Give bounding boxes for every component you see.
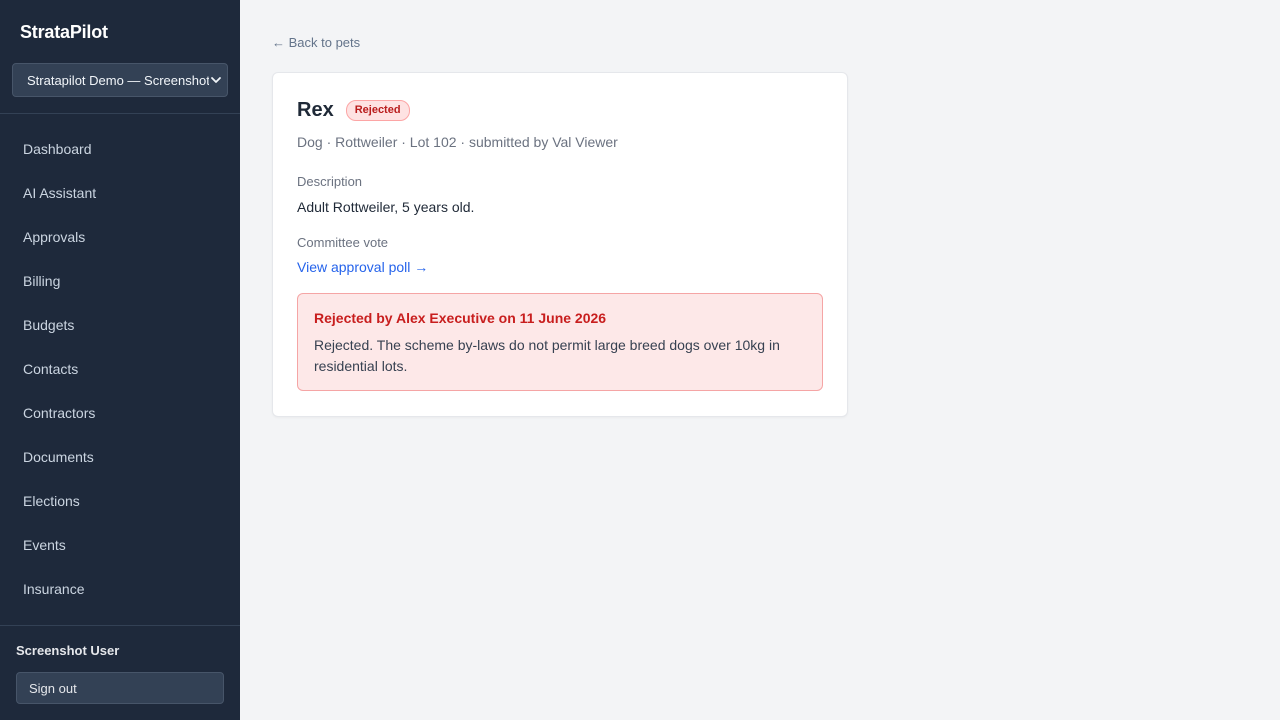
rejection-title: Rejected by Alex Executive on 11 June 20… [314,310,607,326]
pet-name: Rex [297,99,334,121]
sidebar-divider [0,113,240,114]
sidebar-divider [0,625,240,626]
pet-title-row: Rex Rejected [297,99,410,122]
organization-select[interactable]: Stratapilot Demo — Screenshots [12,63,228,97]
current-user-name: Screenshot User [16,643,120,658]
sidebar-item-budgets[interactable]: Budgets [0,303,240,347]
description-label: Description [297,174,363,189]
sidebar-item-events[interactable]: Events [0,523,240,567]
rejection-notice: Rejected by Alex Executive on 11 June 20… [297,293,823,391]
sidebar: StrataPilot Stratapilot Demo — Screensho… [0,0,240,720]
view-approval-poll-link[interactable]: View approval poll → [297,259,428,275]
rejection-reason: Rejected. The scheme by-laws do not perm… [314,337,780,374]
sidebar-item-ai-assistant[interactable]: AI Assistant [0,171,240,215]
brand-logo[interactable]: StrataPilot [20,22,108,43]
status-badge: Rejected [345,100,410,121]
back-to-pets-link[interactable]: ← Back to pets [272,35,360,50]
sidebar-item-dashboard[interactable]: Dashboard [0,127,240,171]
sidebar-item-elections[interactable]: Elections [0,479,240,523]
sidebar-item-approvals[interactable]: Approvals [0,215,240,259]
sidebar-item-billing[interactable]: Billing [0,259,240,303]
pet-detail-card: Rex Rejected Dog · Rottweiler · Lot 102 … [272,72,848,417]
description-value: Adult Rottweiler, 5 years old. [297,199,475,215]
sidebar-item-documents[interactable]: Documents [0,435,240,479]
sidebar-item-contractors[interactable]: Contractors [0,391,240,435]
chevron-down-icon [211,77,221,83]
sidebar-item-contacts[interactable]: Contacts [0,347,240,391]
sidebar-nav: Dashboard AI Assistant Approvals Billing… [0,127,240,611]
pet-meta: Dog · Rottweiler · Lot 102 · submitted b… [297,134,618,150]
organization-select-value: Stratapilot Demo — Screenshots [27,72,209,88]
sidebar-item-insurance[interactable]: Insurance [0,567,240,611]
committee-vote-label: Committee vote [297,235,389,250]
sign-out-button[interactable]: Sign out [16,672,224,704]
